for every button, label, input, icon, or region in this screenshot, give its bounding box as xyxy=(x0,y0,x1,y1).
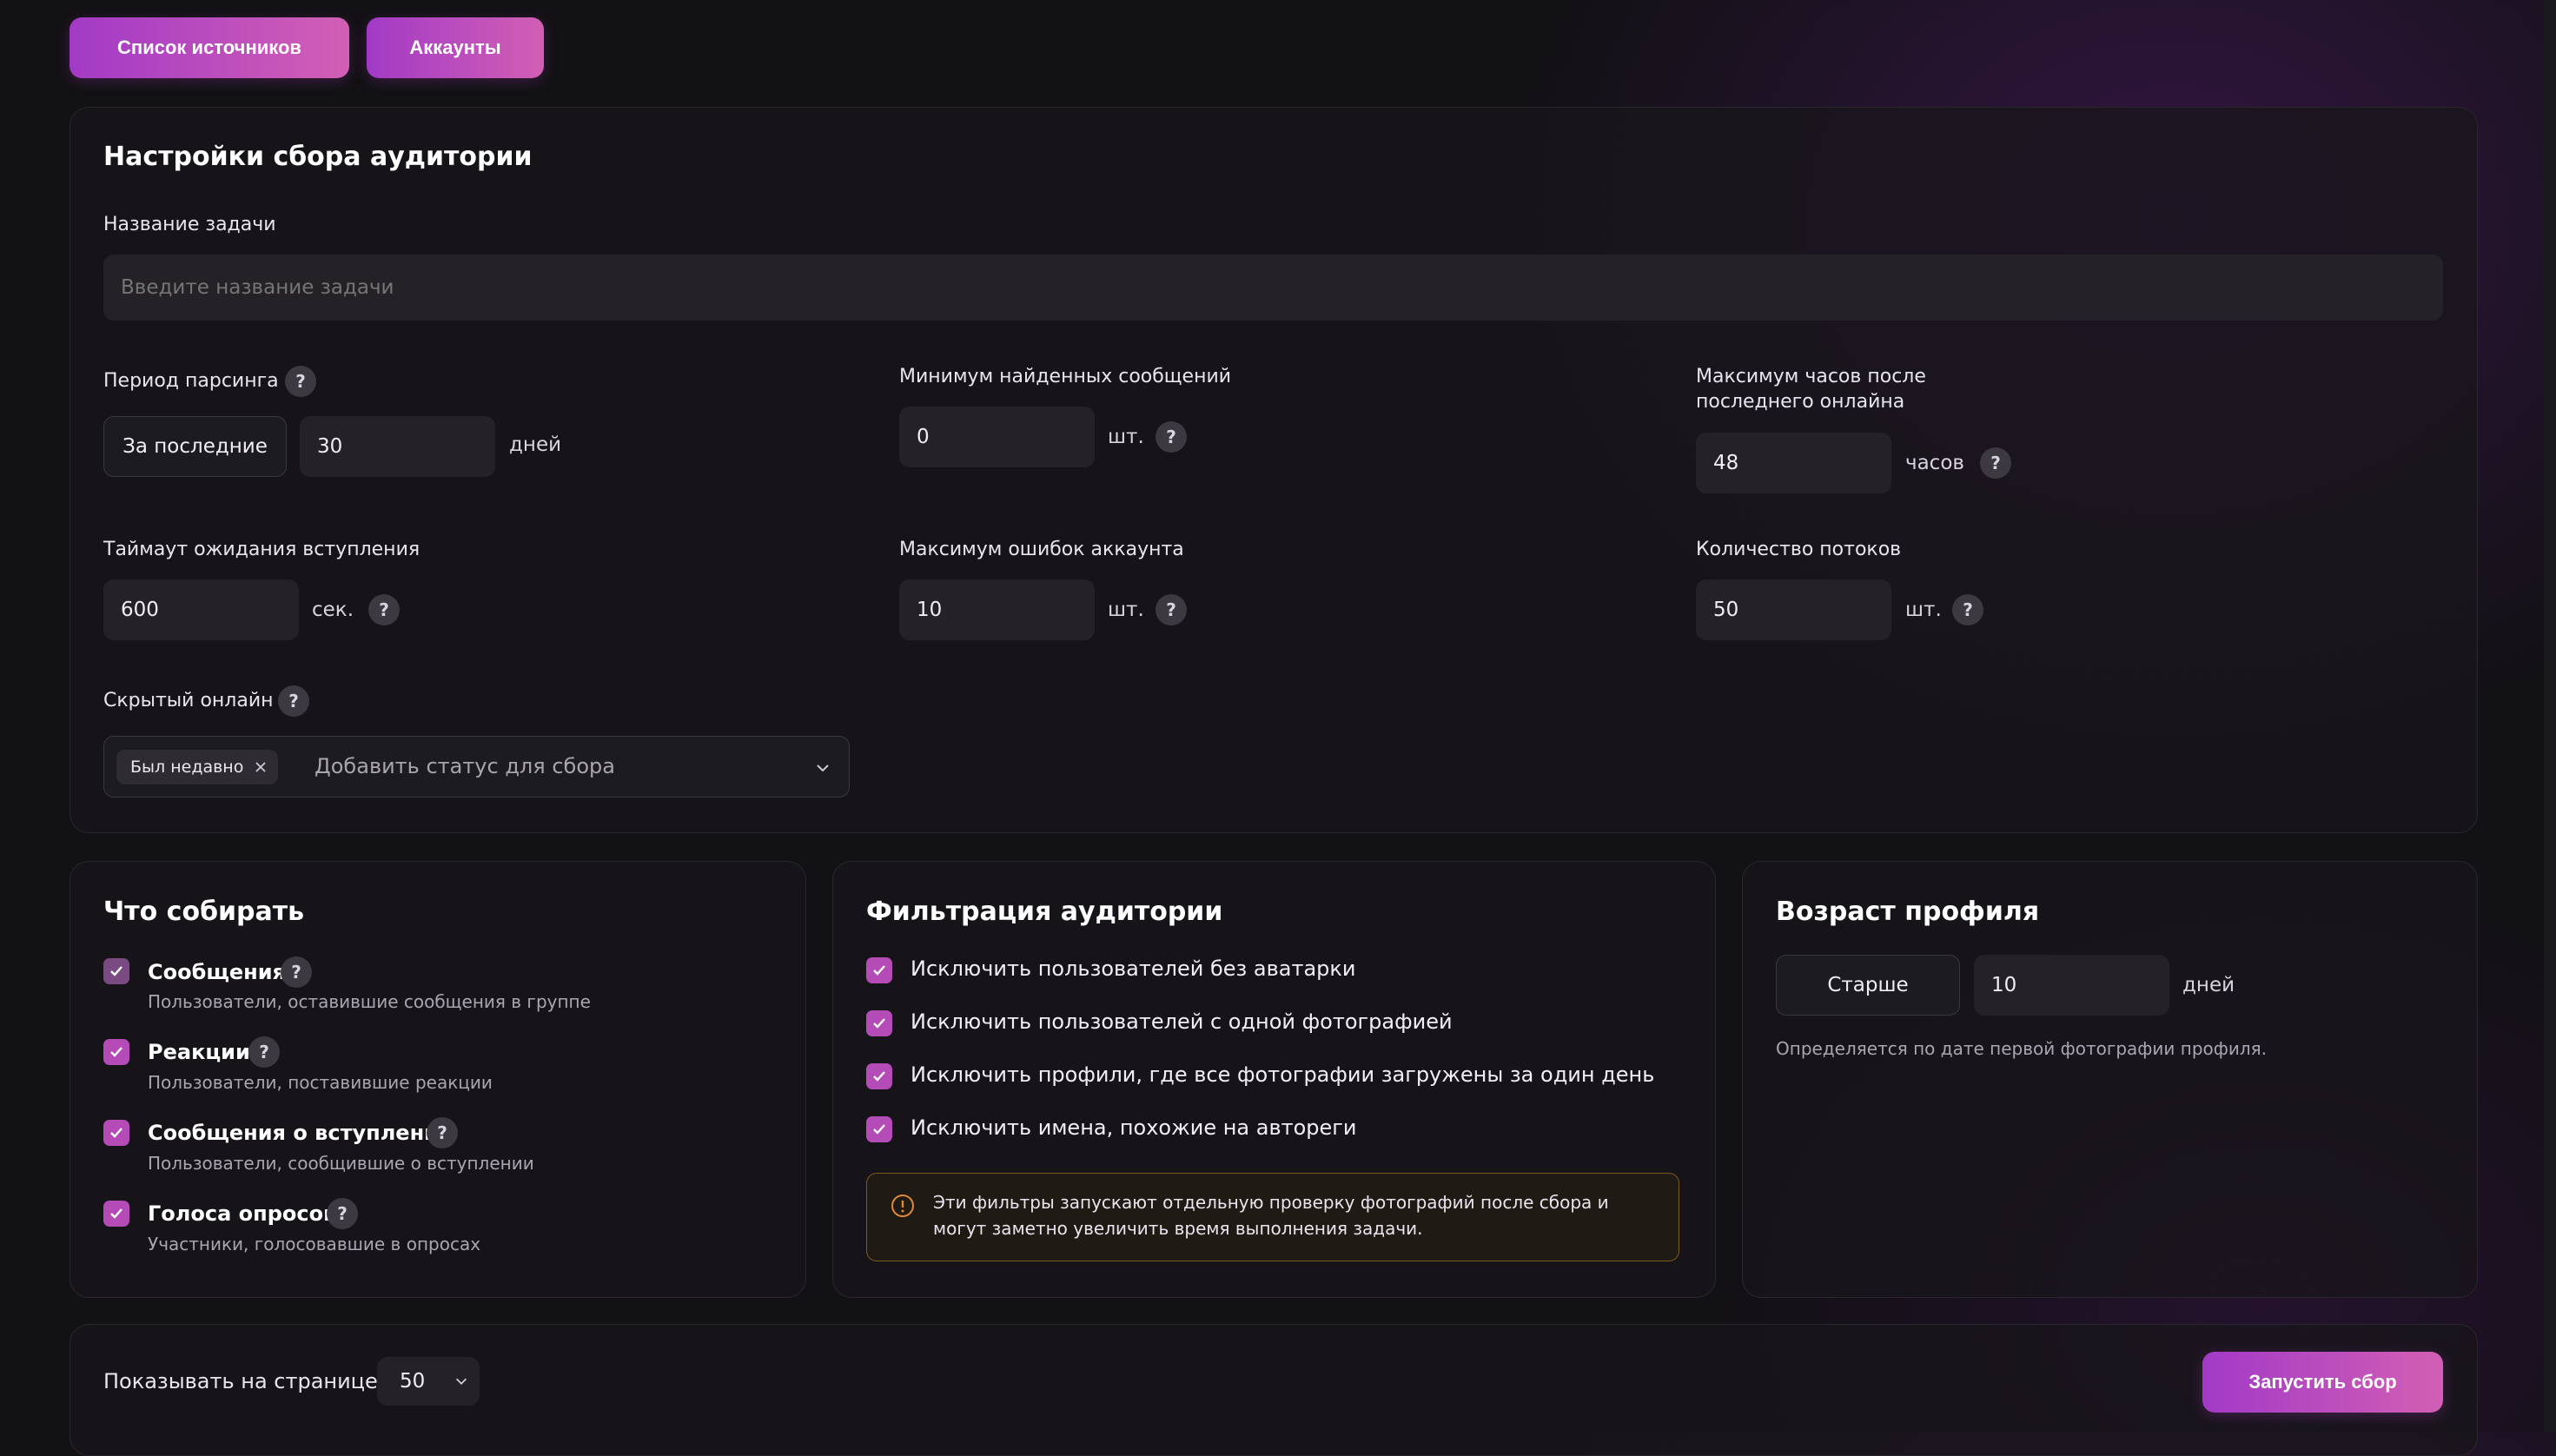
collect-reactions-checkbox[interactable] xyxy=(103,1039,129,1065)
profile-age-unit: дней xyxy=(2182,974,2235,996)
status-tag-label: Был недавно xyxy=(130,758,244,777)
min-messages-unit: шт. xyxy=(1108,426,1144,448)
min-messages-help-icon[interactable]: ? xyxy=(1155,421,1187,453)
check-icon xyxy=(110,1208,123,1219)
collect-join-messages-help-icon[interactable]: ? xyxy=(427,1117,458,1148)
collect-poll-votes-checkbox[interactable] xyxy=(103,1201,129,1227)
collect-join-messages-checkbox[interactable] xyxy=(103,1120,129,1146)
per-page-value: 50 xyxy=(400,1370,426,1393)
accounts-button[interactable]: Аккаунты xyxy=(367,17,544,78)
filter-autoreg-names-label: Исключить имена, похожие на автореги xyxy=(910,1115,1357,1140)
check-icon xyxy=(110,1047,123,1057)
collect-reactions-title: Реакции xyxy=(148,1040,250,1064)
filter-same-day-photos-checkbox[interactable] xyxy=(866,1063,892,1089)
max-errors-label: Максимум ошибок аккаунта xyxy=(899,539,1184,560)
profile-age-mode-select[interactable]: Старше xyxy=(1776,955,1960,1016)
warning-text-line1: Эти фильтры запускают отдельную проверку… xyxy=(933,1192,1609,1213)
parse-period-help-icon[interactable]: ? xyxy=(285,366,316,397)
collect-reactions-subtitle: Пользователи, поставившие реакции xyxy=(148,1072,493,1093)
threads-input[interactable]: 50 xyxy=(1696,579,1891,640)
parse-period-label: Период парсинга xyxy=(103,370,279,392)
collect-poll-votes-title: Голоса опросов xyxy=(148,1201,337,1226)
warning-info-icon xyxy=(891,1195,914,1217)
check-icon xyxy=(873,1018,885,1029)
max-errors-input[interactable]: 10 xyxy=(899,579,1095,640)
task-name-input[interactable] xyxy=(103,255,2443,321)
check-icon xyxy=(110,1128,123,1138)
filter-single-photo-checkbox[interactable] xyxy=(866,1010,892,1036)
profile-age-hint: Определяется по дате первой фотографии п… xyxy=(1776,1038,2268,1059)
check-icon xyxy=(110,966,123,976)
join-timeout-label: Таймаут ожидания вступления xyxy=(103,539,420,560)
threads-unit: шт. xyxy=(1905,599,1942,621)
chevron-down-icon xyxy=(455,1378,467,1385)
profile-age-title: Возраст профиля xyxy=(1776,897,2040,927)
min-messages-input[interactable]: 0 xyxy=(899,407,1095,467)
filter-autoreg-names-checkbox[interactable] xyxy=(866,1116,892,1142)
settings-title: Настройки сбора аудитории xyxy=(103,142,533,172)
filter-title: Фильтрация аудитории xyxy=(866,897,1223,927)
max-errors-help-icon[interactable]: ? xyxy=(1155,594,1187,625)
warning-text-line2: могут заметно увеличить время выполнения… xyxy=(933,1218,1423,1239)
hidden-online-help-icon[interactable]: ? xyxy=(278,685,309,717)
scrollbar-track[interactable] xyxy=(2544,0,2556,1432)
sources-list-button[interactable]: Список источников xyxy=(70,17,349,78)
max-hours-help-icon[interactable]: ? xyxy=(1980,447,2011,479)
max-hours-label-line2: последнего онлайна xyxy=(1696,391,1905,413)
max-errors-unit: шт. xyxy=(1108,599,1144,621)
parse-period-days-input[interactable]: 30 xyxy=(300,416,495,477)
collect-title: Что собирать xyxy=(103,897,305,927)
collect-join-messages-subtitle: Пользователи, сообщившие о вступлении xyxy=(148,1153,534,1174)
collect-poll-votes-subtitle: Участники, голосовавшие в опросах xyxy=(148,1234,481,1254)
max-hours-unit: часов xyxy=(1905,452,1964,474)
join-timeout-unit: сек. xyxy=(312,599,354,621)
parse-period-mode-select[interactable]: За последние xyxy=(103,416,287,477)
min-messages-label: Минимум найденных сообщений xyxy=(899,366,1232,387)
status-tag: Был недавно xyxy=(116,750,279,784)
collect-messages-subtitle: Пользователи, оставившие сообщения в гру… xyxy=(148,991,591,1012)
collect-messages-help-icon[interactable]: ? xyxy=(281,956,312,988)
check-icon xyxy=(873,1071,885,1082)
per-page-label: Показывать на странице xyxy=(103,1369,378,1393)
check-icon xyxy=(873,1124,885,1135)
max-hours-label-line1: Максимум часов после xyxy=(1696,366,1926,387)
collect-messages-title: Сообщения xyxy=(148,960,286,984)
max-hours-input[interactable]: 48 xyxy=(1696,433,1891,493)
parse-period-unit: дней xyxy=(509,433,562,456)
collect-reactions-help-icon[interactable]: ? xyxy=(248,1036,280,1068)
per-page-select[interactable]: 50 xyxy=(377,1357,480,1406)
filter-no-avatar-checkbox[interactable] xyxy=(866,957,892,983)
start-collection-button[interactable]: Запустить сбор xyxy=(2202,1352,2443,1413)
filter-no-avatar-label: Исключить пользователей без аватарки xyxy=(910,956,1356,981)
threads-label: Количество потоков xyxy=(1696,539,1902,560)
collect-messages-checkbox[interactable] xyxy=(103,958,129,984)
tag-remove-icon[interactable] xyxy=(254,760,268,774)
task-name-label: Название задачи xyxy=(103,214,276,235)
profile-age-input[interactable]: 10 xyxy=(1974,955,2169,1016)
filter-warning: Эти фильтры запускают отдельную проверку… xyxy=(866,1173,1679,1261)
hidden-online-label: Скрытый онлайн xyxy=(103,690,274,711)
collect-join-messages-title: Сообщения о вступлении xyxy=(148,1121,454,1145)
filter-single-photo-label: Исключить пользователей с одной фотограф… xyxy=(910,1009,1453,1034)
join-timeout-help-icon[interactable]: ? xyxy=(368,594,400,625)
join-timeout-input[interactable]: 600 xyxy=(103,579,299,640)
filter-same-day-photos-label: Исключить профили, где все фотографии за… xyxy=(910,1062,1655,1087)
hidden-online-placeholder: Добавить статус для сбора xyxy=(315,754,615,778)
collect-poll-votes-help-icon[interactable]: ? xyxy=(327,1198,358,1229)
threads-help-icon[interactable]: ? xyxy=(1952,594,1983,625)
hidden-online-multiselect[interactable]: Был недавно Добавить статус для сбора xyxy=(103,736,850,797)
check-icon xyxy=(873,965,885,976)
chevron-down-icon[interactable] xyxy=(814,759,831,777)
